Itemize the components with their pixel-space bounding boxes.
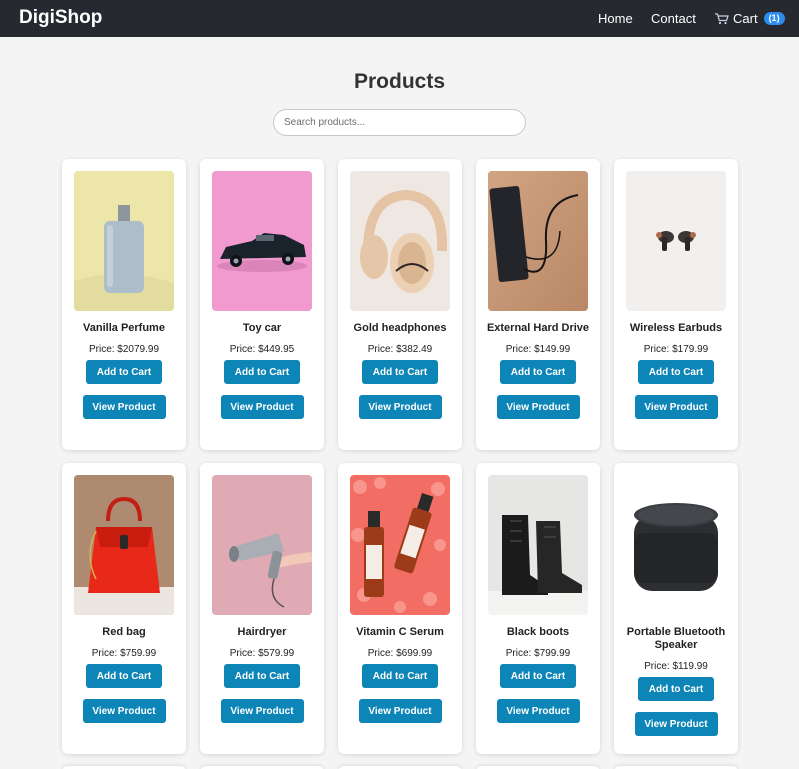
product-card: Red bag Price: $759.99 Add to Cart View …: [62, 463, 186, 754]
product-card: Black boots Price: $799.99 Add to Cart V…: [476, 463, 600, 754]
add-to-cart-button[interactable]: Add to Cart: [224, 360, 300, 384]
view-product-button[interactable]: View Product: [82, 699, 166, 723]
product-card: External Hard Drive Price: $149.99 Add t…: [476, 159, 600, 450]
view-product-button[interactable]: View Product: [358, 395, 442, 419]
toy-car-image[interactable]: [212, 171, 312, 311]
add-to-cart-button[interactable]: Add to Cart: [86, 360, 162, 384]
product-card: Gold headphones Price: $382.49 Add to Ca…: [338, 159, 462, 450]
add-to-cart-button[interactable]: Add to Cart: [638, 360, 714, 384]
product-price: Price: $149.99: [505, 344, 571, 355]
view-product-button[interactable]: View Product: [220, 699, 304, 723]
serum-bottles-image[interactable]: [350, 475, 450, 615]
product-price: Price: $2079.99: [88, 344, 160, 355]
product-card: Vitamin C Serum Price: $699.99 Add to Ca…: [338, 463, 462, 754]
cart-label: Cart: [733, 11, 758, 26]
product-name: Black boots: [506, 626, 570, 638]
product-price: Price: $759.99: [91, 648, 157, 659]
speaker-image[interactable]: [626, 475, 726, 615]
product-price: Price: $449.95: [229, 344, 295, 355]
product-card: Vanilla Perfume Price: $2079.99 Add to C…: [62, 159, 186, 450]
add-to-cart-button[interactable]: Add to Cart: [224, 664, 300, 688]
product-name: Toy car: [242, 322, 282, 334]
product-name: Vanilla Perfume: [83, 322, 165, 334]
hard-drive-image[interactable]: [488, 171, 588, 311]
product-price: Price: $699.99: [367, 648, 433, 659]
product-price: Price: $579.99: [229, 648, 295, 659]
view-product-button[interactable]: View Product: [82, 395, 166, 419]
product-price: Price: $382.49: [367, 344, 433, 355]
product-price: Price: $179.99: [643, 344, 709, 355]
perfume-bottle-image[interactable]: [74, 171, 174, 311]
view-product-button[interactable]: View Product: [634, 712, 718, 736]
product-card: Wireless Earbuds Price: $179.99 Add to C…: [614, 159, 738, 450]
view-product-button[interactable]: View Product: [634, 395, 718, 419]
product-card: Hairdryer Price: $579.99 Add to Cart Vie…: [200, 463, 324, 754]
product-price: Price: $799.99: [505, 648, 571, 659]
red-bag-image[interactable]: [74, 475, 174, 615]
product-name: Vitamin C Serum: [356, 626, 444, 638]
add-to-cart-button[interactable]: Add to Cart: [500, 664, 576, 688]
navbar: DigiShop Home Contact Cart (1): [0, 0, 799, 37]
add-to-cart-button[interactable]: Add to Cart: [362, 664, 438, 688]
page-title: Products: [353, 70, 445, 93]
add-to-cart-button[interactable]: Add to Cart: [362, 360, 438, 384]
cart-icon: [715, 12, 729, 24]
nav-contact-link[interactable]: Contact: [651, 11, 696, 26]
headphones-image[interactable]: [350, 171, 450, 311]
search-input[interactable]: [273, 109, 526, 136]
product-name: External Hard Drive: [486, 322, 590, 334]
product-name: Portable Bluetooth Speaker: [626, 626, 726, 651]
add-to-cart-button[interactable]: Add to Cart: [638, 677, 714, 701]
view-product-button[interactable]: View Product: [496, 699, 580, 723]
product-card: Toy car Price: $449.95 Add to Cart View …: [200, 159, 324, 450]
brand-logo[interactable]: DigiShop: [19, 7, 102, 29]
hairdryer-image[interactable]: [212, 475, 312, 615]
product-name: Wireless Earbuds: [629, 322, 723, 334]
add-to-cart-button[interactable]: Add to Cart: [86, 664, 162, 688]
boots-image[interactable]: [488, 475, 588, 615]
nav-cart-link[interactable]: Cart (1): [715, 11, 785, 26]
cart-count-badge: (1): [763, 12, 785, 25]
product-name: Gold headphones: [353, 322, 447, 334]
product-price: Price: $119.99: [644, 661, 708, 672]
product-name: Red bag: [102, 626, 146, 638]
product-name: Hairdryer: [237, 626, 287, 638]
product-card: Portable Bluetooth Speaker Price: $119.9…: [614, 463, 738, 754]
add-to-cart-button[interactable]: Add to Cart: [500, 360, 576, 384]
product-grid: Vanilla Perfume Price: $2079.99 Add to C…: [62, 159, 738, 754]
nav-home-link[interactable]: Home: [598, 11, 633, 26]
view-product-button[interactable]: View Product: [358, 699, 442, 723]
view-product-button[interactable]: View Product: [220, 395, 304, 419]
earbuds-image[interactable]: [626, 171, 726, 311]
view-product-button[interactable]: View Product: [496, 395, 580, 419]
